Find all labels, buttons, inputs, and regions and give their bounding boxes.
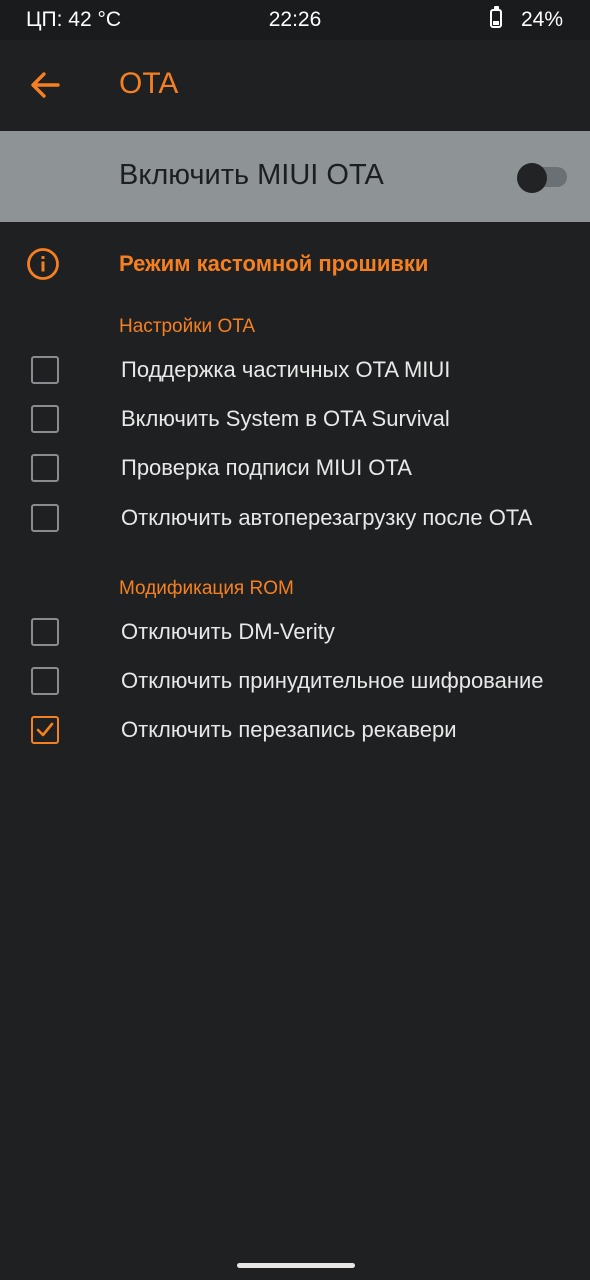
option-system-ota-survival[interactable]: Включить System в OTA Survival — [0, 397, 590, 443]
option-partial-ota[interactable]: Поддержка частичных OTA MIUI — [0, 348, 590, 394]
app-bar: OTA — [0, 40, 590, 131]
option-disable-dm-verity[interactable]: Отключить DM-Verity — [0, 610, 590, 656]
option-label: Отключить автоперезагрузку после OTA — [121, 505, 533, 530]
option-ota-signature-check[interactable]: Проверка подписи MIUI OTA — [0, 446, 590, 492]
checkbox[interactable] — [31, 618, 59, 646]
page-title: OTA — [119, 67, 179, 100]
ota-settings-screen: ЦП: 42 °C 22:26 24% OTA Включить MIUI OT… — [0, 0, 590, 1280]
master-switch-label: Включить MIUI OTA — [119, 159, 384, 191]
option-label: Отключить принудительное шифрование — [121, 668, 544, 693]
section-header-rom-mod: Модификация ROM — [119, 578, 294, 599]
battery-icon — [490, 6, 502, 28]
checkbox[interactable] — [31, 405, 59, 433]
battery-percent: 24% — [520, 8, 563, 31]
option-label: Отключить DM-Verity — [121, 619, 335, 644]
arrow-left-icon[interactable] — [28, 68, 62, 102]
option-label: Отключить перезапись рекавери — [121, 717, 457, 742]
toggle-thumb — [517, 163, 547, 193]
section-header-ota-settings: Настройки OTA — [119, 316, 256, 337]
info-icon — [26, 247, 60, 281]
checkmark-icon — [36, 722, 54, 737]
option-disable-force-encryption[interactable]: Отключить принудительное шифрование — [0, 659, 590, 705]
home-indicator[interactable] — [237, 1263, 355, 1268]
checkbox-checked[interactable] — [31, 716, 59, 744]
master-switch-bar[interactable]: Включить MIUI OTA — [0, 131, 590, 222]
checkbox[interactable] — [31, 356, 59, 384]
option-label: Поддержка частичных OTA MIUI — [121, 357, 451, 382]
checkbox[interactable] — [31, 667, 59, 695]
status-bar: ЦП: 42 °C 22:26 24% — [0, 0, 590, 40]
checkbox[interactable] — [31, 504, 59, 532]
option-label: Проверка подписи MIUI OTA — [121, 455, 412, 480]
miui-ota-toggle[interactable] — [517, 163, 567, 193]
option-disable-recovery-overwrite[interactable]: Отключить перезапись рекавери — [0, 708, 590, 754]
option-label: Включить System в OTA Survival — [121, 406, 450, 431]
custom-firmware-mode[interactable]: Режим кастомной прошивки — [119, 251, 428, 277]
option-disable-auto-reboot[interactable]: Отключить автоперезагрузку после OTA — [0, 496, 590, 542]
checkbox[interactable] — [31, 454, 59, 482]
